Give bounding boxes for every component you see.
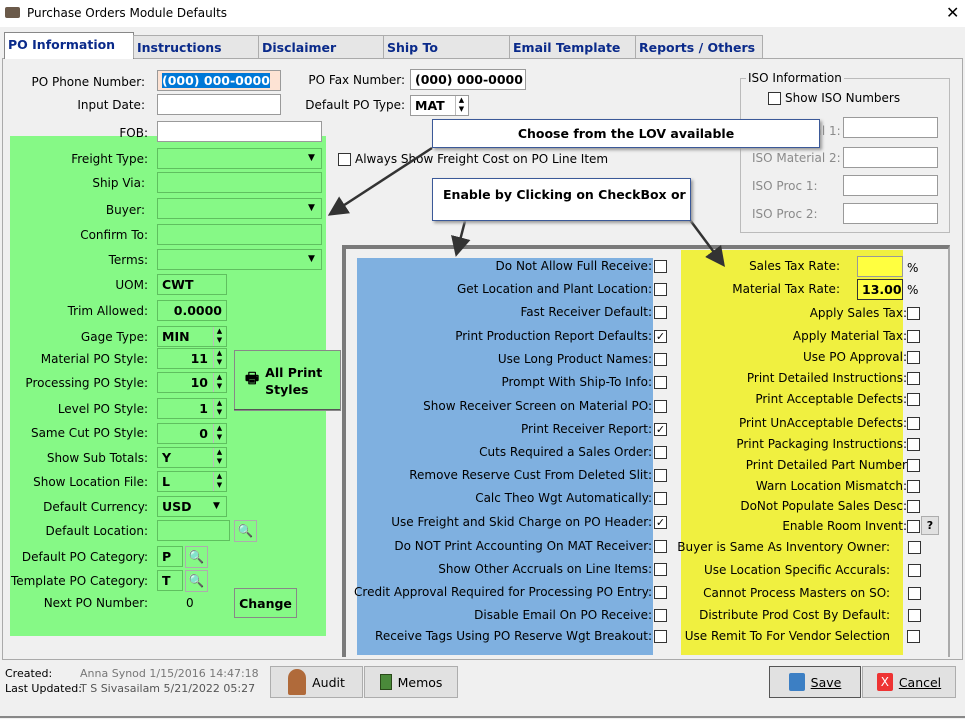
save-button[interactable]: Save: [769, 666, 861, 698]
cancel-button[interactable]: X Cancel: [862, 666, 956, 698]
close-x-icon: X: [876, 673, 893, 691]
cancel-label: Cancel: [898, 674, 942, 690]
created-value: Anna Synod 1/15/2016 14:47:18: [80, 667, 259, 680]
detective-icon: [288, 669, 307, 695]
floppy-disk-icon: [788, 673, 805, 691]
annotation-arrows: [327, 146, 725, 268]
last-updated-value: T S Sivasailam 5/21/2022 05:27: [80, 682, 256, 695]
last-updated-label: Last Updated:: [5, 682, 82, 695]
lov-callout: Choose from the LOV available: [432, 119, 820, 148]
checkbox-callout: Enable by Clicking on CheckBox or: [432, 178, 691, 221]
bottom-border: [0, 716, 965, 718]
arrow-to-left-checkboxes: [451, 220, 471, 257]
book-icon: [379, 674, 392, 690]
memos-label: Memos: [397, 674, 443, 690]
created-label: Created:: [5, 667, 53, 680]
audit-button[interactable]: Audit: [270, 666, 363, 698]
audit-label: Audit: [312, 674, 345, 690]
memos-button[interactable]: Memos: [364, 666, 458, 698]
arrow-to-right-checkboxes: [688, 219, 725, 268]
save-label: Save: [810, 674, 842, 690]
arrow-to-lov: [327, 146, 433, 216]
